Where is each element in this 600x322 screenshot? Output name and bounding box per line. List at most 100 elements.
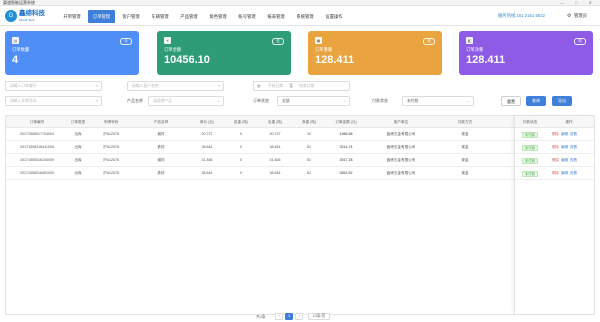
order-amount: 3314.74 (339, 145, 353, 149)
menu-item[interactable]: 角色管理 (205, 10, 231, 23)
product-name: 钢材 (157, 132, 165, 136)
menu-item[interactable]: 客户管理 (118, 10, 144, 23)
order-type: 出库 (74, 132, 82, 136)
order-status-select[interactable]: 全部 ⌄ (277, 96, 350, 106)
table-header: 订单编号 订单类型 车牌号码 产品名称 单价 (元) 皮重 (吨) 毛重 (吨)… (6, 116, 594, 128)
net-weight: 10 (307, 132, 311, 136)
prev-page-button[interactable]: ‹ (275, 313, 283, 320)
page-number-button[interactable]: 1 (285, 313, 293, 320)
column-header[interactable]: 付款方式 (436, 116, 494, 128)
menu-item[interactable]: 账号管理 (234, 10, 260, 23)
gear-icon[interactable]: ⚙ (567, 6, 571, 26)
plate-no: 沪A12578 (103, 171, 119, 175)
card-tag[interactable]: 今 (120, 38, 132, 45)
menu-item[interactable]: 产品管理 (176, 10, 202, 23)
stat-card-net-weight: ◧ 吨 订单净重 128.411 (459, 31, 593, 75)
order-type: 出库 (74, 145, 82, 149)
gross-weight: 20.737 (269, 132, 281, 136)
hotline-text: 服务热线:151 2161 5632 (498, 13, 546, 18)
stat-card-order-amount: ¥ 总 订单金额 10456.10 (157, 31, 291, 75)
end-date-placeholder: 结束日期 (299, 84, 315, 88)
table-row[interactable]: 20171508316451009 出库 沪A12578 铁材 38.844 0… (6, 167, 594, 180)
tare-weight: 0 (240, 171, 242, 175)
net-weight: 81 (307, 171, 311, 175)
menu-item-active[interactable]: 订单管理 (88, 10, 115, 23)
product-select[interactable]: 请选择产品 ⌄ (148, 96, 224, 106)
pay-status-select[interactable]: 未付款 ⌄ (402, 96, 474, 106)
unit-price: 38.844 (201, 171, 213, 175)
search-icon[interactable]: ⌕ (96, 97, 98, 105)
chevron-down-icon: ⌄ (342, 99, 346, 103)
net-weight: 81 (307, 145, 311, 149)
order-amount: 1966.58 (339, 132, 353, 136)
table-row[interactable]: 20171508317704004 出库 沪A12578 钢材 20.737 0… (6, 128, 594, 141)
product-name: 铁材 (157, 145, 165, 149)
column-header[interactable]: 皮重 (吨) (224, 116, 258, 128)
menu-item[interactable]: 设置操作 (321, 10, 347, 23)
card-tag[interactable]: 吨 (574, 38, 586, 45)
table-row[interactable]: 20171508316411009 出库 沪A12578 铁材 38.844 0… (6, 141, 594, 154)
table-row[interactable]: 20171508316154009 出库 沪A12578 钢材 31.466 0… (6, 154, 594, 167)
fixed-column-divider (514, 116, 594, 314)
card-value: 4 (12, 54, 19, 66)
card-tag[interactable]: 吨 (423, 38, 435, 45)
card-tag[interactable]: 总 (272, 38, 284, 45)
plate-placeholder: 请输入车牌号码 (10, 99, 37, 103)
pay-method: 现金 (461, 132, 469, 136)
menu-item[interactable]: 车辆管理 (147, 10, 173, 23)
stat-card-order-count: ▤ 今 订单数量 4 (5, 31, 139, 75)
pager-total: 共4条 (256, 315, 266, 319)
net-icon: ◧ (466, 37, 473, 44)
customer-placeholder: 请输入客户名称 (132, 84, 159, 88)
order-no: 20171508316411009 (20, 145, 54, 149)
user-menu[interactable]: 管理员 (574, 6, 587, 26)
unit-price: 20.737 (201, 132, 213, 136)
calendar-icon: ▦ (257, 84, 261, 88)
column-header[interactable]: 车牌号码 (90, 116, 132, 128)
order-status-label: 订单状态 (253, 98, 269, 103)
plate-input[interactable]: 请输入车牌号码 ⌕ (5, 96, 102, 106)
customer-input[interactable]: 请输入客户名称 ⌕ (127, 81, 224, 91)
chevron-down-icon: ⌄ (466, 99, 470, 103)
column-header[interactable]: 单价 (元) (190, 116, 224, 128)
column-header[interactable]: 订单类型 (66, 116, 90, 128)
top-nav: G 鑫缔科技 Xinndi Tech 开单管理 订单管理 客户管理 车辆管理 产… (0, 6, 600, 26)
column-header[interactable]: 产品名称 (132, 116, 190, 128)
order-no-input[interactable]: 请输入订单编号 ⌕ (5, 81, 102, 91)
logo-name: 鑫缔科技 (19, 10, 45, 17)
menu-item[interactable]: 报表管理 (263, 10, 289, 23)
column-header[interactable]: 订单编号 (8, 116, 66, 128)
order-no: 20171508316154009 (20, 158, 54, 162)
order-amount: 2651.62 (339, 171, 353, 175)
card-value: 128.411 (315, 54, 355, 66)
pay-method: 现金 (461, 158, 469, 162)
column-header[interactable]: 净重 (吨) (292, 116, 326, 128)
column-header[interactable]: 客户单位 (366, 116, 436, 128)
query-button[interactable]: 查询 (526, 96, 546, 106)
date-range-input[interactable]: ▦ 开始日期 至 结束日期 (253, 81, 350, 91)
customer-unit: 鑫缔五金有限公司 (386, 171, 416, 175)
customer-unit: 鑫缔五金有限公司 (386, 158, 416, 162)
product-name: 钢材 (157, 158, 165, 162)
export-button[interactable]: 导出 (552, 96, 572, 106)
customer-unit: 鑫缔五金有限公司 (386, 132, 416, 136)
search-icon[interactable]: ⌕ (218, 82, 220, 90)
order-status-value: 全部 (282, 99, 290, 103)
plate-no: 沪A12578 (103, 158, 119, 162)
page-size-select[interactable]: 10条/页 (308, 313, 330, 320)
next-page-button[interactable]: › (295, 313, 303, 320)
menu-item[interactable]: 开单管理 (59, 10, 85, 23)
column-header[interactable]: 订单金额 (元) (326, 116, 366, 128)
unit-price: 31.466 (201, 158, 213, 162)
tare-weight: 0 (240, 132, 242, 136)
reset-button[interactable]: 重置 (501, 96, 521, 106)
gross-weight: 38.844 (269, 171, 281, 175)
card-label: 订单金额 (164, 47, 182, 52)
card-value: 10456.10 (164, 54, 210, 66)
orders-table: 订单编号 订单类型 车牌号码 产品名称 单价 (元) 皮重 (吨) 毛重 (吨)… (5, 115, 595, 315)
menu-item[interactable]: 系统管理 (292, 10, 318, 23)
pay-status-value: 未付款 (407, 99, 419, 103)
card-value: 128.411 (466, 54, 506, 66)
column-header[interactable]: 毛重 (吨) (258, 116, 292, 128)
search-icon[interactable]: ⌕ (96, 82, 98, 90)
